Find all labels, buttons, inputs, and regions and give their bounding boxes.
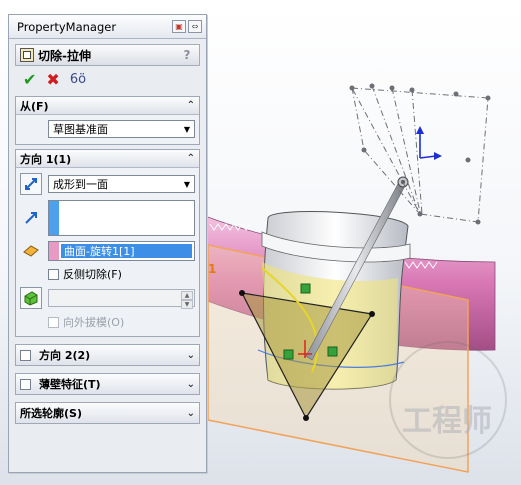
group-from-header[interactable]: 从(F) ⌃ xyxy=(16,97,199,115)
group-direction2-title: 方向 2(2) xyxy=(39,349,91,362)
draft-angle-field[interactable]: ▲ ▼ xyxy=(48,289,195,309)
flip-side-checkbox[interactable]: 反侧切除(F) xyxy=(48,266,122,282)
spin-up-icon[interactable]: ▲ xyxy=(181,291,193,300)
face-selection-box[interactable]: 曲面-旋转1[1] xyxy=(48,241,195,261)
ok-button[interactable]: ✔ xyxy=(23,70,36,89)
feature-title-bar: 切除-拉伸 ? xyxy=(15,44,200,66)
flyout-icon[interactable]: ⇔ xyxy=(188,20,202,33)
collapse-chevron-icon[interactable]: ⌃ xyxy=(187,153,195,164)
origin-triad-icon xyxy=(416,126,442,160)
thin-feature-checkbox[interactable] xyxy=(20,378,31,390)
group-direction2: 方向 2(2) ⌄ xyxy=(15,344,200,366)
help-button[interactable]: ? xyxy=(180,48,194,62)
reverse-direction-icon[interactable] xyxy=(20,173,42,195)
group-from: 从(F) ⌃ 草图基准面 ▼ xyxy=(15,96,200,145)
group-direction1-title: 方向 1(1) xyxy=(20,152,72,166)
spin-down-icon[interactable]: ▼ xyxy=(181,300,193,309)
watermark-text: 工程师 xyxy=(402,404,492,439)
group-from-title: 从(F) xyxy=(20,99,49,113)
group-direction1: 方向 1(1) ⌃ 成形到一面 ▼ 曲面-旋转1[1] 反侧切除(F) ▲ ▼ … xyxy=(15,149,200,337)
dropdown-arrow-icon[interactable]: ▼ xyxy=(180,125,194,134)
viewport-label-mark: 1 xyxy=(208,262,217,276)
cut-extrude-icon xyxy=(20,48,34,62)
direction-vector-selection-box[interactable] xyxy=(48,200,195,236)
expand-chevron-icon[interactable]: ⌄ xyxy=(187,379,195,390)
cancel-button[interactable]: ✖ xyxy=(46,70,59,89)
group-thin-feature: 薄壁特征(T) ⌄ xyxy=(15,373,200,395)
property-manager-tab-label: PropertyManager xyxy=(17,19,117,34)
draft-outward-label: 向外拔模(O) xyxy=(63,316,125,329)
group-thin-feature-title: 薄壁特征(T) xyxy=(39,378,101,391)
face-selection-icon xyxy=(20,244,42,258)
property-manager-panel: PropertyManager ▣ ⇔ 切除-拉伸 ? ✔ ✖ 6ö 从(F) … xyxy=(8,14,207,473)
group-selected-contours-title: 所选轮廓(S) xyxy=(20,407,82,420)
draft-outward-checkbox-box[interactable] xyxy=(48,316,59,328)
from-condition-select[interactable]: 草图基准面 ▼ xyxy=(48,120,195,138)
from-condition-value: 草图基准面 xyxy=(53,123,108,136)
group-thin-feature-header[interactable]: 薄壁特征(T) ⌄ xyxy=(16,374,199,394)
group-selected-contours-header[interactable]: 所选轮廓(S) ⌄ xyxy=(16,403,199,423)
direction1-end-condition-select[interactable]: 成形到一面 ▼ xyxy=(48,175,195,193)
flip-side-label: 反侧切除(F) xyxy=(63,268,122,281)
face-selection-item[interactable]: 曲面-旋转1[1] xyxy=(61,244,192,258)
group-selected-contours: 所选轮廓(S) ⌄ xyxy=(15,402,200,424)
draft-outward-checkbox[interactable]: 向外拔模(O) xyxy=(48,314,124,330)
pin-icon[interactable]: ▣ xyxy=(172,20,186,33)
detailed-preview-button[interactable]: 6ö xyxy=(70,72,86,87)
collapse-chevron-icon[interactable]: ⌃ xyxy=(187,100,195,111)
direction1-end-condition-value: 成形到一面 xyxy=(53,178,108,191)
direction-vector-icon xyxy=(20,210,42,226)
flip-side-checkbox-box[interactable] xyxy=(48,268,59,280)
property-manager-header: PropertyManager ▣ ⇔ xyxy=(9,15,206,39)
action-buttons: ✔ ✖ 6ö xyxy=(9,66,206,92)
group-direction2-header[interactable]: 方向 2(2) ⌄ xyxy=(16,345,199,365)
dropdown-arrow-icon[interactable]: ▼ xyxy=(180,180,194,189)
direction2-checkbox[interactable] xyxy=(20,349,31,361)
feature-title: 切除-拉伸 xyxy=(38,48,91,63)
expand-chevron-icon[interactable]: ⌄ xyxy=(187,350,195,361)
expand-chevron-icon[interactable]: ⌄ xyxy=(187,408,195,419)
draft-on-off-icon[interactable] xyxy=(20,287,42,309)
group-direction1-header[interactable]: 方向 1(1) ⌃ xyxy=(16,150,199,168)
